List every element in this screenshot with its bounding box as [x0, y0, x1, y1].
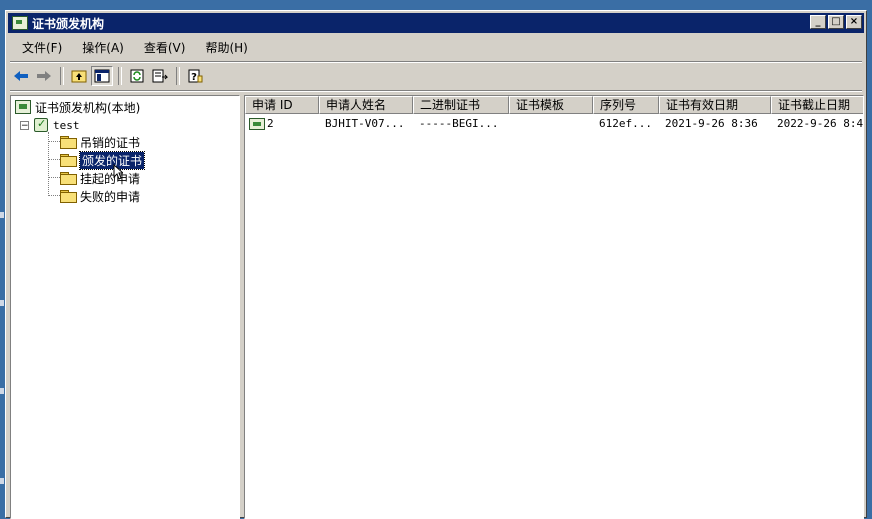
console-tree[interactable]: 证书颁发机构(本地) − test 吊销的证书 颁发的证书 挂起的申请 失败的申…: [10, 95, 240, 519]
cell-expiration-date: 2022-9-26 8:4: [777, 117, 864, 130]
tree-ca-label: test: [53, 118, 80, 132]
ca-server-icon: [33, 117, 49, 133]
desktop-icon-fragment: [0, 478, 4, 484]
tree-folder-label: 颁发的证书: [78, 150, 146, 170]
window-controls: _ □ ×: [808, 15, 862, 29]
table-row[interactable]: 2 BJHIT-V07... -----BEGI... 612ef... 202…: [245, 116, 864, 132]
tree-root-node[interactable]: 证书颁发机构(本地): [15, 98, 140, 116]
column-header-expiration-date[interactable]: 证书截止日期: [771, 96, 863, 114]
show-hide-tree-button[interactable]: [91, 66, 113, 86]
export-list-icon: [152, 69, 168, 83]
tree-line: [48, 159, 60, 160]
tree-folder-issued[interactable]: 颁发的证书: [60, 150, 146, 170]
certificate-authority-icon: [15, 100, 31, 114]
tree-line: [48, 141, 60, 142]
cell-request-id: 2: [245, 116, 319, 132]
minimize-button[interactable]: _: [810, 15, 826, 29]
window-title: 证书颁发机构: [32, 16, 105, 31]
maximize-button[interactable]: □: [828, 15, 844, 29]
folder-icon: [60, 136, 77, 149]
desktop-icon-fragment: [0, 212, 4, 218]
desktop-icon-fragment: [0, 300, 4, 306]
tree-line: [48, 177, 60, 178]
svg-text:?: ?: [191, 72, 197, 83]
up-level-button[interactable]: [68, 66, 90, 86]
column-header-serial-number[interactable]: 序列号: [593, 96, 659, 114]
open-folder-icon: [60, 154, 77, 167]
tree-folder-label: 失败的申请: [80, 189, 141, 204]
collapse-toggle-icon[interactable]: −: [20, 120, 29, 130]
certification-authority-window: 证书颁发机构 _ □ × 文件(F) 操作(A) 查看(V) 帮助(H) ? 证…: [5, 10, 867, 519]
cell-binary-certificate: -----BEGI...: [419, 117, 499, 130]
list-header: 申请 ID 申请人姓名 二进制证书 证书模板 序列号 证书有效日期 证书截止日期: [245, 96, 863, 114]
cell-certificate-template: [509, 116, 593, 132]
tree-root-label: 证书颁发机构(本地): [35, 100, 141, 115]
toolbar-divider: [10, 90, 862, 92]
menu-view[interactable]: 查看(V): [142, 38, 188, 57]
desktop-icon-fragment: [0, 388, 4, 394]
up-level-icon: [71, 70, 87, 83]
menu-bar: 文件(F) 操作(A) 查看(V) 帮助(H): [10, 37, 862, 57]
toolbar: ?: [10, 64, 862, 88]
show-hide-tree-icon: [94, 69, 110, 83]
cell-serial-number: 612ef...: [599, 117, 652, 130]
mouse-cursor-icon: [113, 164, 123, 180]
back-button[interactable]: [10, 66, 32, 86]
toolbar-divider: [10, 61, 862, 63]
toolbar-separator: [60, 67, 64, 85]
results-list[interactable]: 申请 ID 申请人姓名 二进制证书 证书模板 序列号 证书有效日期 证书截止日期…: [244, 95, 864, 519]
folder-icon: [60, 190, 77, 203]
toolbar-separator: [176, 67, 180, 85]
help-button[interactable]: ?: [184, 66, 206, 86]
tree-line: [48, 195, 60, 196]
toolbar-separator: [118, 67, 122, 85]
column-header-certificate-template[interactable]: 证书模板: [509, 96, 593, 114]
certificate-icon: [249, 118, 265, 130]
column-header-requester-name[interactable]: 申请人姓名: [319, 96, 413, 114]
column-header-request-id[interactable]: 申请 ID: [245, 96, 319, 114]
tree-folder-revoked[interactable]: 吊销的证书: [60, 133, 140, 151]
tree-folder-failed[interactable]: 失败的申请: [60, 187, 140, 205]
menu-help[interactable]: 帮助(H): [203, 38, 249, 57]
refresh-button[interactable]: [126, 66, 148, 86]
cell-effective-date: 2021-9-26 8:36: [665, 117, 758, 130]
tree-ca-node[interactable]: − test: [20, 116, 80, 134]
column-header-binary-certificate[interactable]: 二进制证书: [413, 96, 509, 114]
column-header-effective-date[interactable]: 证书有效日期: [659, 96, 771, 114]
certificate-authority-icon: [12, 16, 28, 30]
menu-file[interactable]: 文件(F): [20, 38, 64, 57]
help-icon: ?: [188, 69, 203, 83]
forward-icon: [37, 71, 51, 81]
back-icon: [14, 71, 28, 81]
tree-folder-label: 挂起的申请: [80, 171, 141, 186]
menu-action[interactable]: 操作(A): [80, 38, 126, 57]
refresh-icon: [130, 69, 144, 83]
close-button[interactable]: ×: [846, 15, 862, 29]
cell-requester-name: BJHIT-V07...: [325, 117, 405, 130]
export-list-button[interactable]: [149, 66, 171, 86]
forward-button[interactable]: [33, 66, 55, 86]
tree-folder-label: 吊销的证书: [80, 135, 141, 150]
title-bar[interactable]: 证书颁发机构 _ □ ×: [8, 13, 864, 33]
folder-icon: [60, 172, 77, 185]
tree-folder-pending[interactable]: 挂起的申请: [60, 169, 140, 187]
